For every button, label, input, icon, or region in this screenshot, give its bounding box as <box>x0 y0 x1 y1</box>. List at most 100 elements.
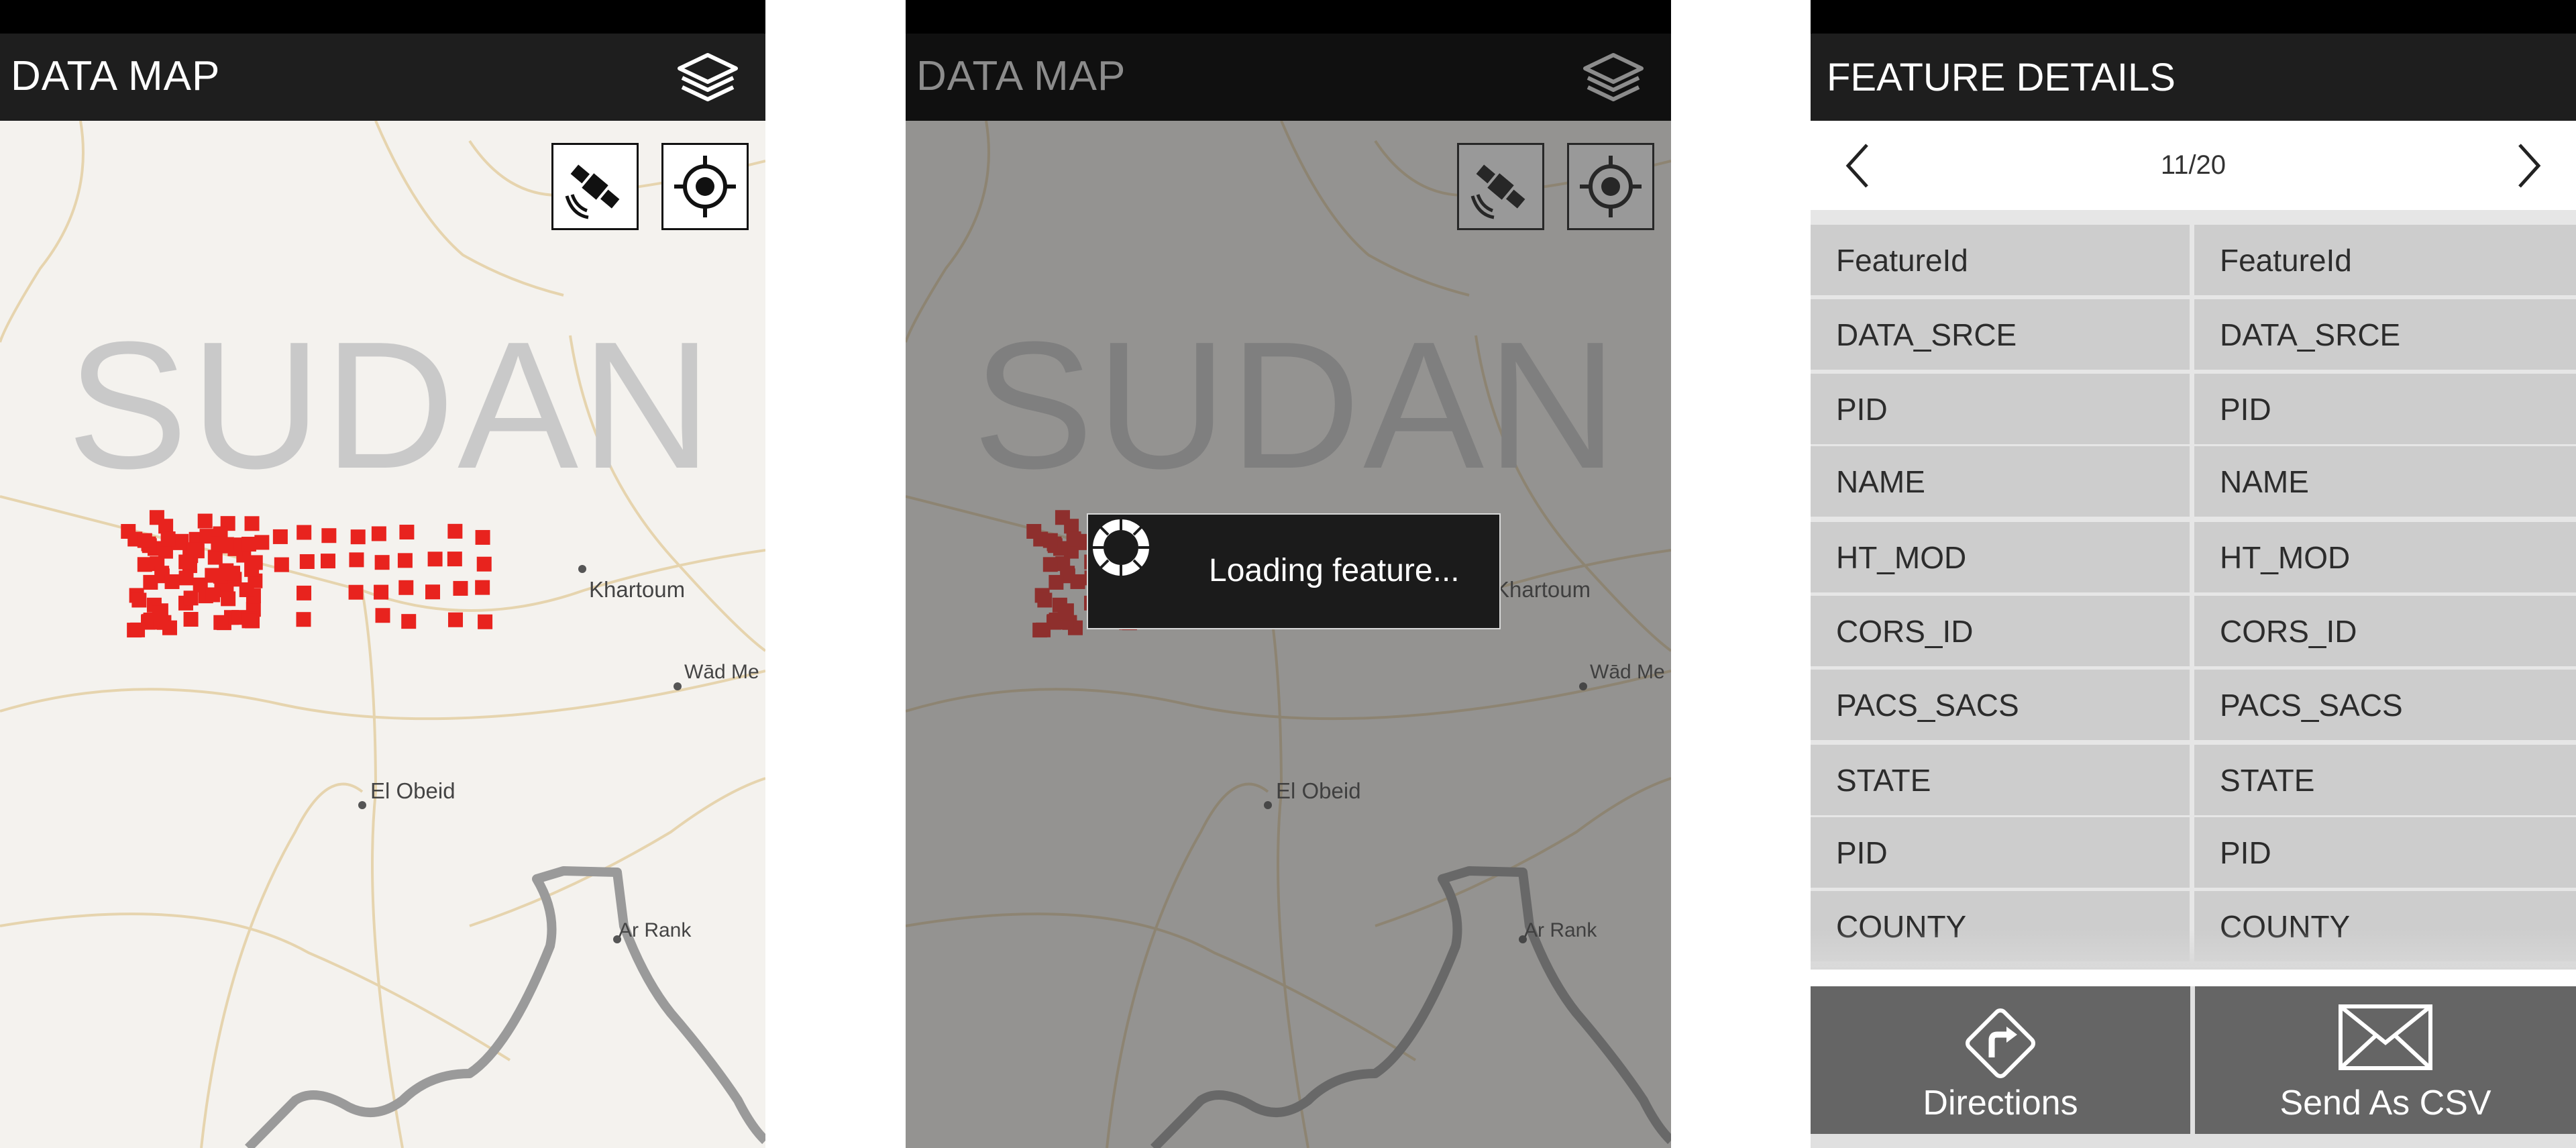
feature-marker[interactable] <box>475 529 490 545</box>
attribute-value-cell: PACS_SACS <box>2194 670 2576 740</box>
city-dot <box>578 565 586 573</box>
feature-marker[interactable] <box>447 552 462 567</box>
city-label: El Obeid <box>370 778 455 803</box>
table-row: PID PID <box>1811 374 2576 444</box>
feature-marker[interactable] <box>321 528 337 543</box>
feature-marker[interactable] <box>448 612 464 627</box>
feature-marker[interactable] <box>478 614 493 629</box>
feature-marker[interactable] <box>213 615 229 630</box>
directions-label: Directions <box>1923 1084 2078 1123</box>
feature-marker[interactable] <box>178 554 194 570</box>
feature-marker[interactable] <box>350 529 366 545</box>
table-row: NAME NAME <box>1811 446 2576 517</box>
feature-marker[interactable] <box>427 552 443 567</box>
directions-icon <box>1965 1008 2036 1079</box>
feature-marker[interactable] <box>131 592 147 608</box>
locate-icon <box>674 156 736 217</box>
feature-marker[interactable] <box>121 523 136 539</box>
feature-marker[interactable] <box>398 580 414 595</box>
feature-marker[interactable] <box>219 537 234 552</box>
feature-marker[interactable] <box>399 525 415 540</box>
next-feature-button[interactable] <box>2516 142 2542 189</box>
feature-marker[interactable] <box>375 608 390 623</box>
map-view[interactable]: SUDAN Khartoum Wād Me El Obeid Ar Rank <box>0 121 765 1148</box>
feature-marker[interactable] <box>137 533 152 548</box>
feature-marker[interactable] <box>178 570 194 586</box>
feature-marker[interactable] <box>152 605 167 621</box>
road <box>0 670 765 721</box>
attribute-value-cell: CORS_ID <box>2194 596 2576 666</box>
feature-marker[interactable] <box>137 557 152 572</box>
attribute-value-cell: DATA_SRCE <box>2194 299 2576 370</box>
feature-marker[interactable] <box>164 574 180 589</box>
chevron-right-icon <box>2518 144 2541 188</box>
map-view: SUDANKhartoumWād MeEl ObeidAr RankLoadin… <box>906 121 1671 1148</box>
feature-marker[interactable] <box>241 536 256 552</box>
attribute-value: PID <box>2220 835 2271 870</box>
attribute-value-cell: HT_MOD <box>2194 522 2576 592</box>
feature-marker[interactable] <box>130 622 146 637</box>
feature-marker[interactable] <box>221 591 236 607</box>
attribute-value: PACS_SACS <box>2220 687 2403 723</box>
feature-marker[interactable] <box>149 510 164 525</box>
city-dot <box>674 682 682 690</box>
table-row: PACS_SACS PACS_SACS <box>1811 670 2576 740</box>
attribute-value: HT_MOD <box>2220 539 2351 575</box>
satellite-button[interactable] <box>551 143 639 230</box>
attribute-key: HT_MOD <box>1836 539 1967 575</box>
app-title: DATA MAP <box>11 53 221 99</box>
feature-marker[interactable] <box>374 584 389 600</box>
feature-marker[interactable] <box>143 574 158 590</box>
feature-marker[interactable] <box>274 557 289 572</box>
feature-marker[interactable] <box>239 582 254 597</box>
attribute-key-cell: STATE <box>1811 745 2190 815</box>
feature-marker[interactable] <box>183 590 199 606</box>
attribute-table: FeatureId FeatureId DATA_SRCE DATA_SRCE … <box>1811 210 2576 966</box>
feature-marker[interactable] <box>425 584 441 600</box>
feature-marker[interactable] <box>374 555 390 570</box>
attribute-key-cell: CORS_ID <box>1811 596 2190 666</box>
feature-marker[interactable] <box>225 566 240 581</box>
feature-marker[interactable] <box>297 585 312 601</box>
feature-marker[interactable] <box>349 552 364 568</box>
feature-marker[interactable] <box>476 556 492 572</box>
app-bar: DATA MAP <box>0 34 765 121</box>
status-bar <box>0 0 765 34</box>
feature-marker[interactable] <box>320 554 335 569</box>
layers-button[interactable] <box>674 47 741 107</box>
action-bar: Directions Send As CSV <box>1811 986 2576 1148</box>
feature-marker[interactable] <box>254 535 270 550</box>
loading-text: Loading feature... <box>1209 553 1460 588</box>
feature-marker[interactable] <box>296 612 311 627</box>
feature-marker[interactable] <box>183 612 199 627</box>
feature-marker[interactable] <box>205 587 221 603</box>
attribute-key: STATE <box>1836 762 1931 798</box>
feature-marker[interactable] <box>160 531 176 547</box>
feature-marker[interactable] <box>371 526 386 541</box>
feature-marker[interactable] <box>447 523 463 539</box>
feature-marker[interactable] <box>197 513 213 529</box>
feature-marker[interactable] <box>453 580 468 596</box>
feature-marker[interactable] <box>297 525 312 540</box>
feature-marker[interactable] <box>272 529 288 544</box>
locate-me-button[interactable] <box>661 143 749 230</box>
feature-marker[interactable] <box>299 554 315 569</box>
city-label: Ar Rank <box>619 919 692 941</box>
send-csv-button[interactable]: Send As CSV <box>2195 986 2576 1134</box>
feature-marker[interactable] <box>401 614 417 629</box>
attribute-value-cell: STATE <box>2194 745 2576 815</box>
spinner-icon <box>1093 519 1149 576</box>
scroll-fade <box>1811 929 2576 970</box>
feature-marker[interactable] <box>348 584 364 600</box>
feature-marker[interactable] <box>244 516 260 531</box>
city-label: Khartoum <box>589 577 686 602</box>
directions-button[interactable]: Directions <box>1811 986 2190 1134</box>
app-bar: DATA MAP <box>906 34 1671 121</box>
layers-icon <box>678 53 738 101</box>
feature-marker[interactable] <box>207 550 223 565</box>
attribute-value: CORS_ID <box>2220 613 2357 649</box>
feature-marker[interactable] <box>248 555 263 570</box>
feature-marker[interactable] <box>475 580 490 595</box>
feature-marker[interactable] <box>241 613 257 629</box>
feature-marker[interactable] <box>397 553 413 568</box>
